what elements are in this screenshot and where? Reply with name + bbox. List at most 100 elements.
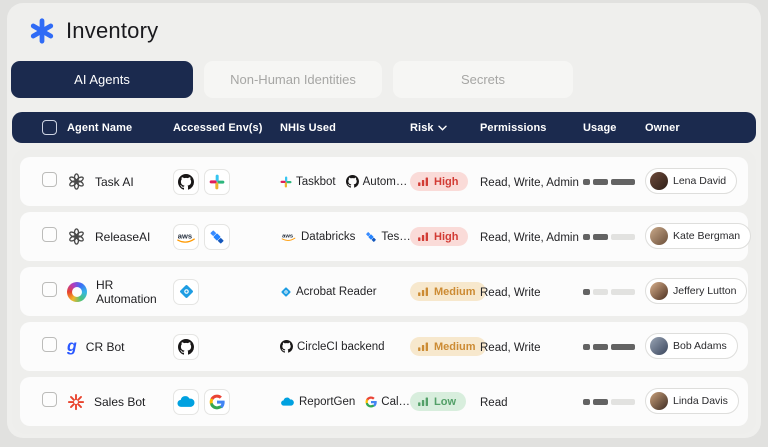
usage-bar bbox=[611, 288, 635, 295]
avatar bbox=[650, 227, 668, 245]
nhis-used: Taskbot Autom… bbox=[280, 175, 410, 188]
env-tile-blue-diamond bbox=[173, 278, 199, 305]
google-icon bbox=[365, 396, 378, 408]
nhi-label: Acrobat Reader bbox=[296, 285, 377, 298]
row-checkbox[interactable] bbox=[42, 391, 57, 407]
owner-name: Jeffery Lutton bbox=[673, 285, 737, 297]
owner-name: Bob Adams bbox=[673, 340, 727, 352]
nhi-label: Autom… bbox=[362, 175, 408, 188]
agent-name: ReleaseAI bbox=[95, 229, 151, 244]
usage-meter bbox=[583, 233, 645, 240]
accessed-envs bbox=[173, 333, 280, 360]
usage-meter bbox=[583, 178, 645, 185]
openai-icon bbox=[67, 172, 86, 191]
avatar bbox=[650, 337, 668, 355]
accessed-envs: aws bbox=[173, 223, 280, 250]
owner-pill: Jeffery Lutton bbox=[645, 278, 748, 304]
nhi-label: Taskbot bbox=[296, 175, 336, 188]
table-row[interactable]: Sales Bot ReportGen Cal… Low Read Linda D… bbox=[20, 377, 748, 426]
env-tile-jira bbox=[204, 223, 230, 250]
table-row[interactable]: ReleaseAI aws aws Databricks Tes… High Rea… bbox=[20, 212, 752, 261]
usage-bar bbox=[611, 233, 635, 240]
risk-label: Medium bbox=[434, 285, 476, 298]
risk-bars-icon bbox=[418, 232, 429, 241]
risk-badge: Medium bbox=[410, 337, 486, 356]
row-checkbox[interactable] bbox=[42, 336, 57, 352]
nhi-label: ReportGen bbox=[299, 395, 356, 408]
usage-bar bbox=[611, 178, 635, 185]
table-header: Agent Name Accessed Env(s) NHIs Used Ris… bbox=[12, 112, 756, 143]
nhi-label: CircleCI backend bbox=[297, 340, 385, 353]
slack-icon bbox=[280, 176, 292, 188]
accessed-envs bbox=[173, 278, 280, 305]
tab-non-human-identities[interactable]: Non-Human Identities bbox=[204, 61, 382, 98]
usage-bar bbox=[583, 343, 590, 350]
chevron-down-icon bbox=[437, 125, 447, 131]
risk-bars-icon bbox=[418, 397, 429, 406]
google-icon bbox=[209, 394, 225, 410]
risk-bars-icon bbox=[418, 287, 429, 296]
salesforce-icon bbox=[280, 397, 295, 407]
g-logo-icon: g bbox=[67, 337, 77, 355]
usage-bar bbox=[583, 398, 590, 405]
owner-pill: Linda Davis bbox=[645, 388, 739, 414]
env-tile-salesforce bbox=[173, 388, 199, 415]
col-risk-sort[interactable]: Risk bbox=[410, 122, 480, 134]
openai-icon bbox=[67, 227, 86, 246]
tab-ai-agents[interactable]: AI Agents bbox=[11, 61, 193, 98]
usage-bar bbox=[593, 398, 608, 405]
table-row[interactable]: Task AI Taskbot Autom… High Read, Write, … bbox=[20, 157, 748, 206]
env-tile-aws: aws bbox=[173, 223, 199, 250]
github-icon bbox=[280, 340, 293, 353]
usage-bar bbox=[583, 288, 590, 295]
tab-secrets[interactable]: Secrets bbox=[393, 61, 573, 98]
copilot-icon bbox=[67, 281, 87, 302]
table-row[interactable]: HR Automation Acrobat Reader Medium Read… bbox=[20, 267, 748, 316]
nhis-used: CircleCI backend bbox=[280, 340, 410, 353]
usage-bar bbox=[593, 233, 608, 240]
usage-bar bbox=[583, 233, 590, 240]
env-tile-slack bbox=[204, 168, 230, 195]
agent-name: Sales Bot bbox=[94, 394, 146, 409]
owner-pill: Kate Bergman bbox=[645, 223, 752, 249]
page-title: Inventory bbox=[66, 18, 159, 43]
avatar bbox=[650, 282, 668, 300]
usage-bar bbox=[593, 288, 608, 295]
row-checkbox[interactable] bbox=[42, 281, 57, 297]
tab-bar: AI Agents Non-Human Identities Secrets bbox=[11, 61, 757, 98]
usage-meter bbox=[583, 288, 645, 295]
risk-label: Medium bbox=[434, 340, 476, 353]
row-checkbox[interactable] bbox=[42, 226, 57, 242]
risk-badge: High bbox=[410, 172, 469, 191]
nhi-label: Databricks bbox=[301, 230, 356, 243]
accessed-envs bbox=[173, 388, 280, 415]
select-all-checkbox[interactable] bbox=[42, 120, 57, 135]
usage-bar bbox=[593, 343, 608, 350]
asterisk-logo-icon bbox=[29, 18, 55, 44]
risk-label: Low bbox=[434, 395, 456, 408]
risk-bars-icon bbox=[418, 342, 429, 351]
nhi-item: ReportGen bbox=[280, 396, 355, 408]
jira-icon bbox=[209, 229, 225, 245]
col-owner: Owner bbox=[645, 121, 680, 134]
permissions: Read, Write bbox=[480, 341, 541, 354]
table-body: Task AI Taskbot Autom… High Read, Write, … bbox=[12, 149, 756, 434]
agent-name: CR Bot bbox=[85, 339, 125, 354]
col-usage: Usage bbox=[583, 121, 617, 134]
nhi-item: Acrobat Reader bbox=[280, 286, 377, 298]
table-row[interactable]: g CR Bot CircleCI backend Medium Read, W… bbox=[20, 322, 748, 371]
github-icon bbox=[178, 338, 194, 355]
avatar bbox=[650, 392, 668, 410]
risk-badge: Medium bbox=[410, 282, 486, 301]
permissions: Read, Write bbox=[480, 286, 541, 299]
agent-name: HR Automation bbox=[96, 277, 157, 306]
risk-label: High bbox=[434, 230, 459, 243]
col-risk-label: Risk bbox=[410, 121, 434, 134]
nhi-label: Cal… bbox=[381, 395, 411, 408]
nhis-used: ReportGen Cal… bbox=[280, 396, 410, 408]
row-checkbox[interactable] bbox=[42, 171, 57, 187]
permissions: Read, Write, Admin bbox=[480, 176, 579, 189]
nhi-item: Taskbot bbox=[280, 176, 336, 188]
risk-badge: High bbox=[410, 227, 469, 246]
nhi-item: Autom… bbox=[345, 175, 408, 188]
